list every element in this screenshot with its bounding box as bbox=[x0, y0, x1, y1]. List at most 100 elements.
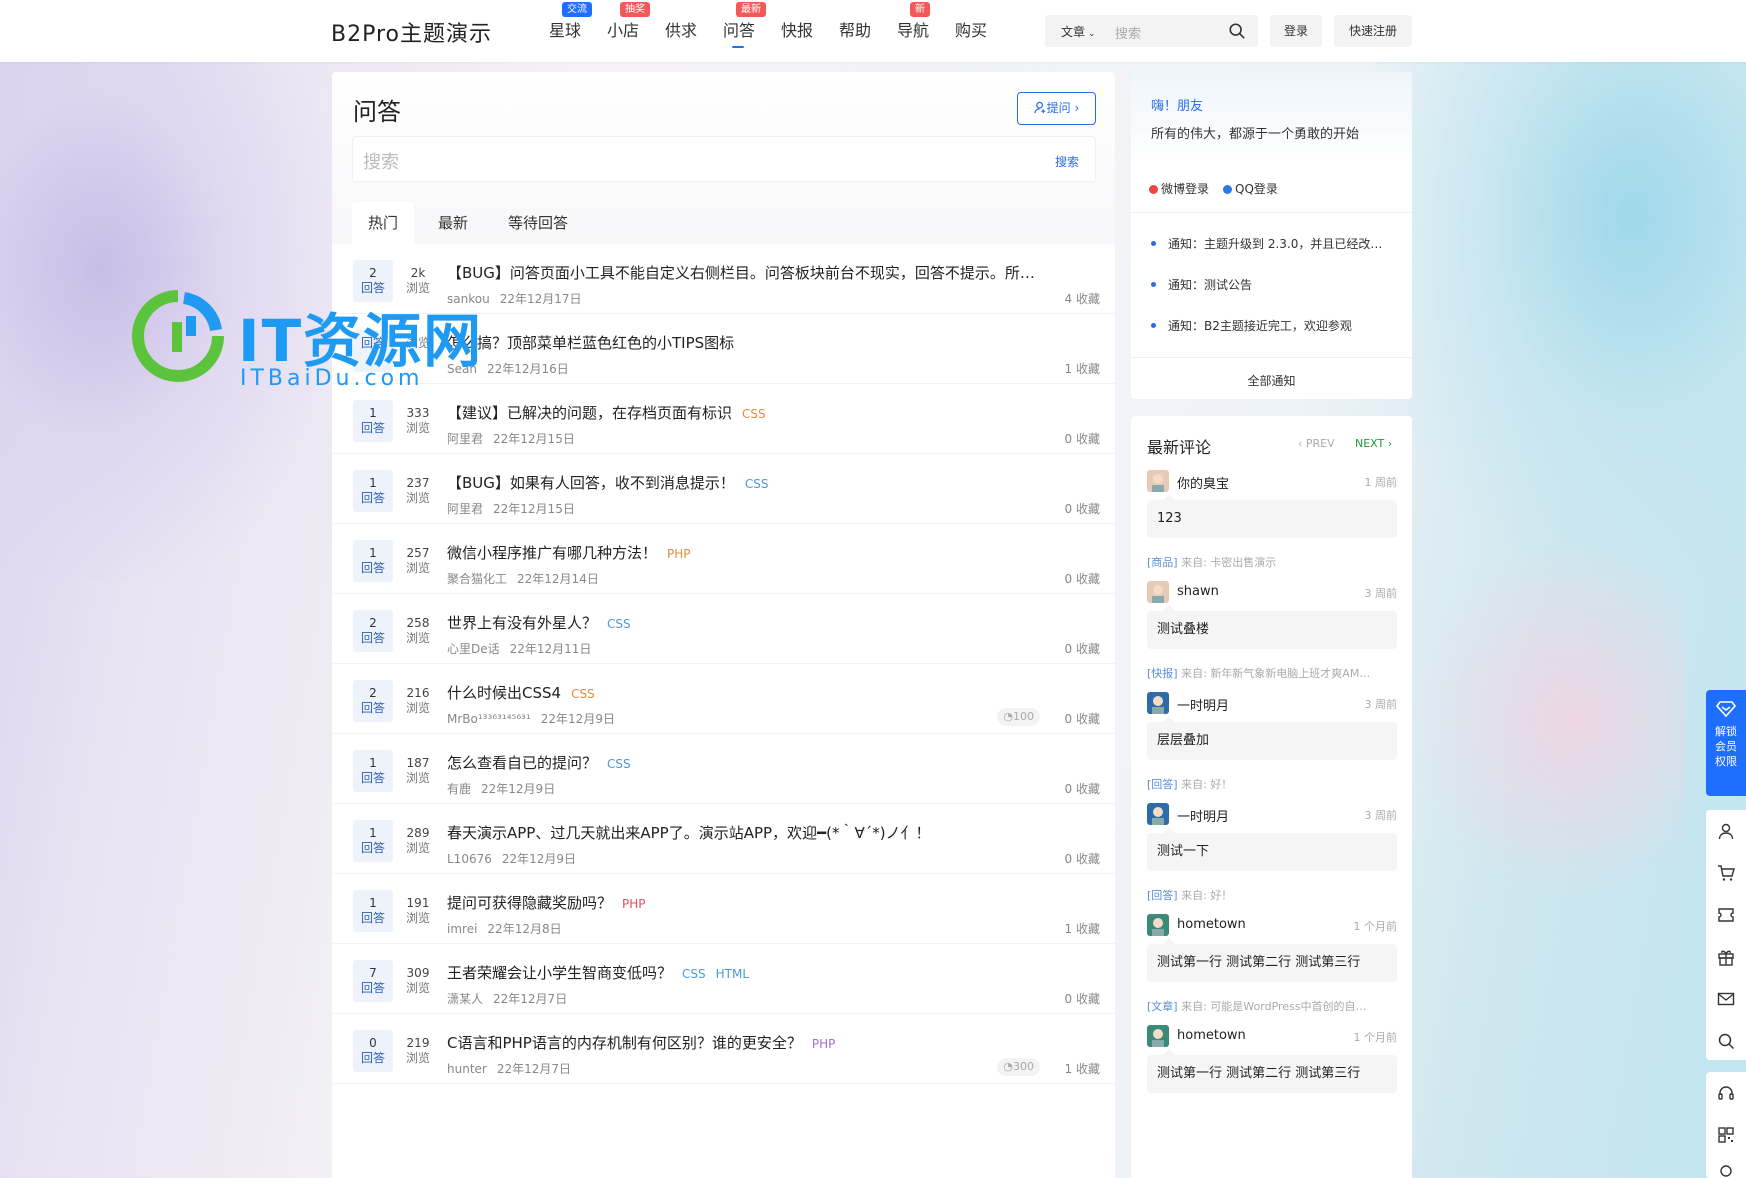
search-type-select[interactable]: 文章 ⌄ bbox=[1061, 23, 1096, 40]
nav-item[interactable]: 购买 bbox=[942, 0, 1000, 62]
avatar[interactable] bbox=[1147, 803, 1169, 825]
weibo-login-button[interactable]: 微博登录 bbox=[1149, 180, 1209, 197]
headset-icon[interactable] bbox=[1717, 1084, 1735, 1102]
user-icon[interactable] bbox=[1717, 822, 1735, 840]
comment-item[interactable]: 你的臭宝 1 周前 123 [商品] 来自: 卡密出售演示 bbox=[1147, 470, 1397, 594]
question-tag[interactable]: CSS bbox=[607, 617, 631, 631]
question-tag[interactable]: CSS bbox=[571, 687, 595, 701]
comment-source[interactable]: [商品] 来自: 卡密出售演示 bbox=[1147, 554, 1397, 570]
question-tag[interactable]: HTML bbox=[716, 967, 749, 981]
question-title[interactable]: 【BUG】问答页面小工具不能自定义右侧栏目。问答板块前台不现实，回答不提示。所… bbox=[447, 262, 1035, 283]
comment-item[interactable]: hometown 1 个月前 测试第一行 测试第二行 测试第三行 [文章] 来自… bbox=[1147, 914, 1397, 1038]
question-row[interactable]: 1 回答 187 浏览 怎么查看自已的提问？ CSS 有鹿 22年12月9日 0 收藏 bbox=[332, 734, 1115, 804]
comment-item[interactable]: hometown 1 个月前 测试第一行 测试第二行 测试第三行 bbox=[1147, 1025, 1397, 1149]
next-button[interactable]: NEXT › bbox=[1355, 437, 1392, 450]
question-tag[interactable]: CSS bbox=[745, 477, 769, 491]
location-icon[interactable] bbox=[1717, 1164, 1735, 1178]
avatar[interactable] bbox=[1147, 914, 1169, 936]
comment-source[interactable]: [回答] 来自: 好！ bbox=[1147, 887, 1397, 903]
notice-item[interactable]: 通知：主题升级到 2.3.0，并且已经改… bbox=[1151, 235, 1391, 276]
unlock-vip-button[interactable]: 解锁 会员 权限 bbox=[1706, 690, 1746, 796]
question-tag[interactable]: PHP bbox=[812, 1037, 836, 1051]
nav-item[interactable]: 帮助 bbox=[826, 0, 884, 62]
qrcode-icon[interactable] bbox=[1717, 1126, 1735, 1144]
comment-text[interactable]: 测试第一行 测试第二行 测试第三行 bbox=[1147, 938, 1397, 982]
question-search-input[interactable]: 搜索 bbox=[363, 148, 399, 174]
question-title[interactable]: 世界上有没有外星人？ CSS bbox=[447, 612, 631, 633]
nav-item[interactable]: 供求 bbox=[652, 0, 710, 62]
comment-user[interactable]: hometown bbox=[1177, 1028, 1246, 1043]
comment-user[interactable]: shawn bbox=[1177, 584, 1219, 599]
ask-question-button[interactable]: 提问 › bbox=[1017, 92, 1096, 125]
question-title[interactable]: 【BUG】如果有人回答，收不到消息提示！ CSS bbox=[447, 472, 769, 493]
nav-item[interactable]: 导航新 bbox=[884, 0, 942, 62]
cart-icon[interactable] bbox=[1717, 864, 1735, 882]
question-row[interactable]: 1 回答 191 浏览 提问可获得隐藏奖励吗？ PHP imrei 22年12月8日 1… bbox=[332, 874, 1115, 944]
question-title[interactable]: 怎么查看自已的提问？ CSS bbox=[447, 752, 631, 773]
nav-item[interactable]: 问答 最新 bbox=[710, 0, 768, 62]
notice-item[interactable]: 通知：B2主题接近完工，欢迎参观 bbox=[1151, 317, 1391, 358]
avatar[interactable] bbox=[1147, 470, 1169, 492]
question-tag[interactable]: CSS bbox=[607, 757, 631, 771]
question-title[interactable]: 王者荣耀会让小学生智商变低吗？ CSS HTML bbox=[447, 962, 749, 983]
comment-user[interactable]: 一时明月 bbox=[1177, 695, 1229, 714]
qq-login-button[interactable]: QQ登录 bbox=[1223, 180, 1278, 197]
question-title[interactable]: 提问可获得隐藏奖励吗？ PHP bbox=[447, 892, 646, 913]
comment-item[interactable]: shawn 3 周前 测试叠楼 [快报] 来自: 新年新气象新电脑上班才爽AM… bbox=[1147, 581, 1397, 705]
comment-item[interactable]: 一时明月 3 周前 层层叠加 [回答] 来自: 好！ bbox=[1147, 692, 1397, 816]
notice-list: 通知：主题升级到 2.3.0，并且已经改… 通知：测试公告 通知：B2主题接近完… bbox=[1151, 235, 1391, 358]
comment-user[interactable]: 你的臭宝 bbox=[1177, 473, 1229, 492]
question-tag[interactable]: CSS bbox=[742, 407, 766, 421]
comment-text[interactable]: 层层叠加 bbox=[1147, 716, 1397, 760]
question-title[interactable]: C语言和PHP语言的内存机制有何区别？谁的更安全？ PHP bbox=[447, 1032, 835, 1053]
comment-user[interactable]: hometown bbox=[1177, 917, 1246, 932]
site-logo[interactable]: B2Pro主题演示 bbox=[331, 16, 492, 48]
question-tag[interactable]: PHP bbox=[622, 897, 646, 911]
comment-source[interactable]: [回答] 来自: 好！ bbox=[1147, 776, 1397, 792]
search-input[interactable]: 搜索 bbox=[1115, 23, 1141, 42]
question-title[interactable]: 微信小程序推广有哪几种方法！ PHP bbox=[447, 542, 691, 563]
avatar[interactable] bbox=[1147, 692, 1169, 714]
gift-icon[interactable] bbox=[1717, 948, 1735, 966]
question-title[interactable]: 什么时候出CSS4 CSS bbox=[447, 682, 595, 703]
nav-item[interactable]: 星球 交流 bbox=[536, 0, 594, 62]
prev-button[interactable]: ‹ PREV bbox=[1298, 437, 1335, 450]
search-icon[interactable] bbox=[1717, 1032, 1735, 1050]
question-row[interactable]: 1 回答 257 浏览 微信小程序推广有哪几种方法！ PHP 聚合猫化工 22年12月1… bbox=[332, 524, 1115, 594]
comment-user[interactable]: 一时明月 bbox=[1177, 806, 1229, 825]
question-tag[interactable]: PHP bbox=[667, 547, 691, 561]
register-button[interactable]: 快速注册 bbox=[1334, 15, 1412, 47]
nav-item[interactable]: 快报 bbox=[768, 0, 826, 62]
comment-item[interactable]: 一时明月 3 周前 测试一下 [回答] 来自: 好！ bbox=[1147, 803, 1397, 927]
mail-icon[interactable] bbox=[1717, 990, 1735, 1008]
question-search[interactable]: 搜索 搜索 bbox=[352, 136, 1096, 182]
header-search[interactable]: 文章 ⌄ 搜索 bbox=[1045, 15, 1258, 47]
question-row[interactable]: 0 回答 219 浏览 C语言和PHP语言的内存机制有何区别？谁的更安全？ PHP h… bbox=[332, 1014, 1115, 1084]
tab-hot[interactable]: 热门 bbox=[352, 202, 415, 244]
comment-text[interactable]: 测试叠楼 bbox=[1147, 605, 1397, 649]
all-notices-link[interactable]: 全部通知 bbox=[1131, 372, 1412, 389]
ticket-icon[interactable] bbox=[1717, 906, 1735, 924]
question-row[interactable]: 1 回答 289 浏览 春天演示APP、过几天就出来APP了。演示站APP，欢迎━(… bbox=[332, 804, 1115, 874]
question-row[interactable]: 7 回答 309 浏览 王者荣耀会让小学生智商变低吗？ CSS HTML 潇某人 22年1… bbox=[332, 944, 1115, 1014]
notice-item[interactable]: 通知：测试公告 bbox=[1151, 276, 1391, 317]
question-row[interactable]: 2 回答 216 浏览 什么时候出CSS4 CSS MrBo¹³³⁶³¹⁴⁵⁶³¹ 22… bbox=[332, 664, 1115, 734]
comment-source[interactable]: [文章] 来自: 可能是WordPress中首创的自… bbox=[1147, 998, 1397, 1014]
tab-latest[interactable]: 最新 bbox=[422, 202, 484, 244]
question-tag[interactable]: CSS bbox=[682, 967, 706, 981]
question-row[interactable]: 1 回答 237 浏览 【BUG】如果有人回答，收不到消息提示！ CSS 阿里君 22年… bbox=[332, 454, 1115, 524]
question-search-button[interactable]: 搜索 bbox=[1055, 153, 1079, 170]
question-title[interactable]: 【建议】已解决的问题，在存档页面有标识 CSS bbox=[447, 402, 766, 423]
avatar[interactable] bbox=[1147, 581, 1169, 603]
comment-text[interactable]: 123 bbox=[1147, 494, 1397, 538]
question-title[interactable]: 春天演示APP、过几天就出来APP了。演示站APP，欢迎━(*｀∀´*)ノ亻！ bbox=[447, 822, 931, 843]
question-row[interactable]: 2 回答 258 浏览 世界上有没有外星人？ CSS 心里De话 22年12月11日 0… bbox=[332, 594, 1115, 664]
comment-text[interactable]: 测试一下 bbox=[1147, 827, 1397, 871]
comment-source[interactable]: [快报] 来自: 新年新气象新电脑上班才爽AM… bbox=[1147, 665, 1397, 681]
nav-item[interactable]: 小店 抽奖 bbox=[594, 0, 652, 62]
comment-text[interactable]: 测试第一行 测试第二行 测试第三行 bbox=[1147, 1049, 1397, 1093]
search-icon[interactable] bbox=[1228, 22, 1246, 40]
tab-awaiting[interactable]: 等待回答 bbox=[492, 202, 584, 244]
login-button[interactable]: 登录 bbox=[1270, 15, 1322, 47]
avatar[interactable] bbox=[1147, 1025, 1169, 1047]
